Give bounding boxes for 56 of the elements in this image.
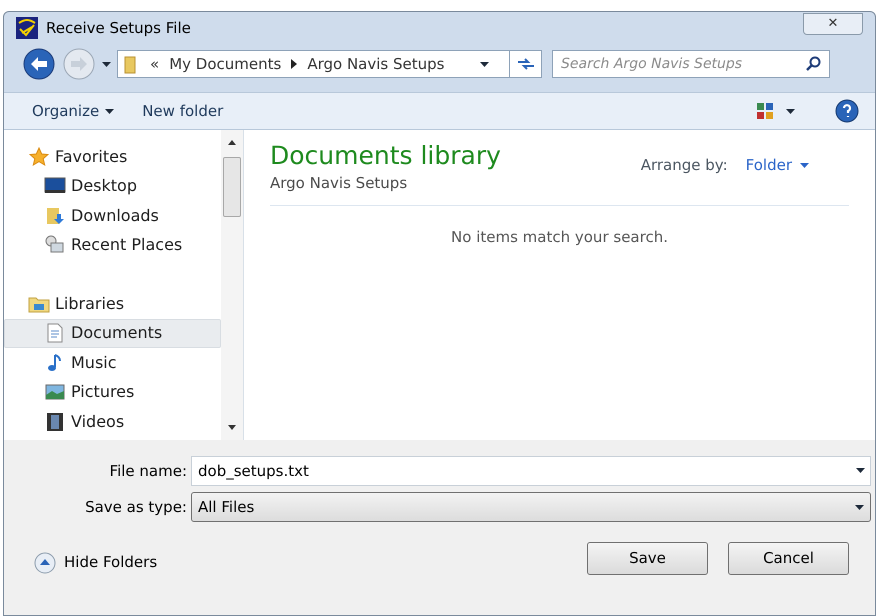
sidebar-item[interactable]: Recent Places: [4, 230, 221, 260]
recent-places-icon: [45, 235, 65, 256]
dropdown-caret-icon: [800, 162, 809, 168]
hide-folders-button[interactable]: Hide Folders: [34, 551, 158, 574]
window-title: Receive Setups File: [46, 18, 191, 39]
dropdown-caret-icon: [480, 62, 489, 66]
search-icon: [806, 56, 822, 72]
star-icon: [29, 146, 49, 167]
folder-arrow-icon: [45, 206, 65, 226]
sidebar-item[interactable]: Downloads: [4, 201, 221, 230]
refresh-icon[interactable]: [516, 56, 536, 72]
cancel-button[interactable]: Cancel: [728, 542, 849, 575]
save-button[interactable]: Save: [587, 542, 708, 575]
breadcrumb-overflow[interactable]: «: [150, 52, 160, 76]
dropdown-caret-icon: [856, 468, 865, 473]
breadcrumb-arrow-icon: [291, 59, 298, 69]
dropdown-caret-icon: [102, 62, 111, 66]
scrollbar[interactable]: [221, 130, 243, 440]
scrollbar-thumb[interactable]: [223, 157, 241, 217]
dropdown-caret-icon: [855, 504, 864, 510]
dropdown-caret-icon: [786, 108, 795, 114]
monitor-icon: [44, 177, 66, 196]
music-note-icon: [46, 352, 64, 373]
film-strip-icon: [46, 412, 64, 432]
sidebar-item[interactable]: Libraries: [4, 289, 221, 318]
library-title: Documents library: [270, 140, 501, 172]
help-icon[interactable]: [835, 99, 859, 123]
empty-message: No items match your search.: [451, 226, 668, 248]
landscape-picture-icon: [45, 384, 65, 400]
sidebar-item[interactable]: Desktop: [4, 172, 221, 201]
library-subtitle: Argo Navis Setups: [270, 173, 408, 194]
sidebar-item[interactable]: Favorites: [4, 142, 221, 172]
organize-menu[interactable]: Organize: [32, 100, 114, 122]
sidebar-item[interactable]: Pictures: [4, 378, 221, 407]
search-field[interactable]: Search Argo Navis Setups: [552, 50, 830, 78]
close-button[interactable]: ✕: [803, 13, 863, 35]
document-icon: [46, 323, 64, 344]
app-logo-icon: [16, 17, 38, 39]
dropdown-caret-icon: [105, 108, 114, 114]
breadcrumb-item[interactable]: My Documents: [169, 52, 282, 76]
scroll-up-arrow-icon[interactable]: [228, 140, 236, 145]
file-name-label: File name:: [108, 460, 188, 482]
breadcrumb-item[interactable]: Argo Navis Setups: [307, 52, 444, 76]
sidebar-item[interactable]: Videos: [4, 407, 221, 436]
arrange-by-dropdown[interactable]: Folder: [746, 154, 809, 176]
file-type-dropdown[interactable]: All Files: [191, 492, 871, 522]
library-folder-icon: [28, 294, 50, 313]
arrange-by-label: Arrange by:: [640, 155, 728, 176]
sidebar-item[interactable]: Documents: [4, 318, 221, 348]
file-name-field[interactable]: dob_setups.txt: [191, 456, 871, 486]
view-options-icon[interactable]: [756, 102, 774, 120]
new-folder-button[interactable]: New folder: [142, 100, 224, 122]
scroll-down-arrow-icon[interactable]: [228, 425, 236, 430]
sidebar-item[interactable]: Music: [4, 348, 221, 378]
save-as-type-label: Save as type:: [84, 496, 188, 518]
address-bar[interactable]: « My Documents Argo Navis Setups: [117, 50, 542, 78]
